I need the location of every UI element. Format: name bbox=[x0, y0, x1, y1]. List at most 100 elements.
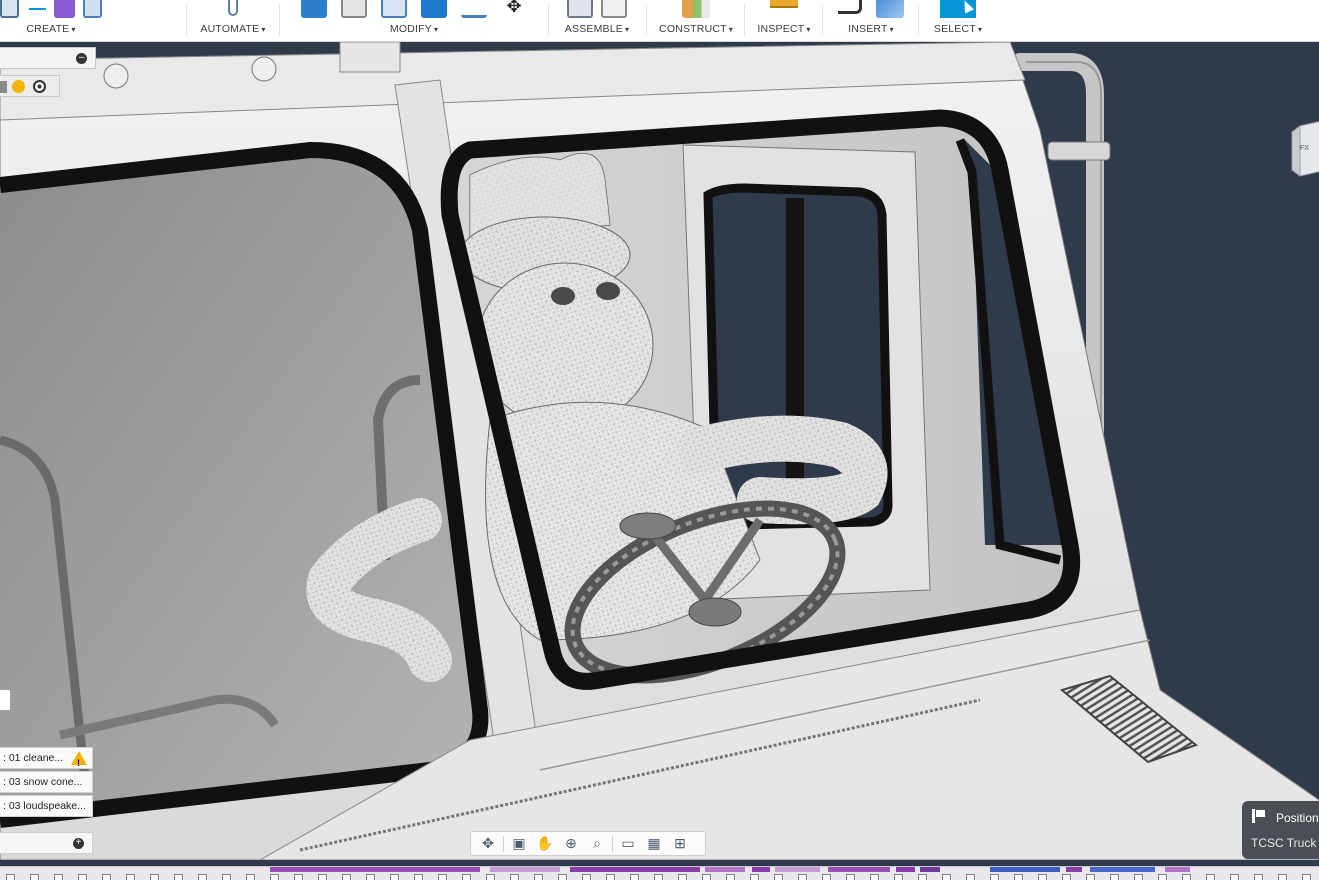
timeline-feature-group[interactable] bbox=[570, 867, 700, 872]
sketch-icon[interactable] bbox=[0, 0, 20, 18]
grid-settings-icon[interactable]: ▦ bbox=[643, 835, 665, 853]
toolbar-group-construct[interactable]: CONSTRUCT ▾ bbox=[650, 0, 742, 42]
timeline-feature-icon[interactable] bbox=[630, 874, 639, 880]
timeline-feature-icon[interactable] bbox=[654, 874, 663, 880]
timeline-feature-icon[interactable] bbox=[1302, 874, 1311, 880]
timeline-feature-icon[interactable] bbox=[414, 874, 423, 880]
timeline-feature-group[interactable] bbox=[1090, 867, 1155, 872]
timeline-feature-group[interactable] bbox=[705, 867, 745, 872]
pan-icon[interactable]: ✋ bbox=[534, 835, 556, 853]
automate-icon[interactable] bbox=[228, 0, 238, 16]
timeline-feature-group[interactable] bbox=[920, 867, 940, 872]
insert-derive-icon[interactable] bbox=[838, 0, 862, 14]
chamfer-icon[interactable] bbox=[381, 0, 407, 18]
toolbar-label-insert[interactable]: INSERT ▾ bbox=[826, 23, 916, 35]
timeline-feature-icon[interactable] bbox=[894, 874, 903, 880]
toolbar-label-inspect[interactable]: INSPECT ▾ bbox=[748, 23, 820, 35]
fillet-icon[interactable] bbox=[341, 0, 367, 18]
3d-viewport-canvas[interactable]: FX Z bbox=[0, 42, 1319, 860]
timeline-feature-icon[interactable] bbox=[1206, 874, 1215, 880]
timeline-feature-icon[interactable] bbox=[918, 874, 927, 880]
timeline-feature-icon[interactable] bbox=[1062, 874, 1071, 880]
timeline-feature-icon[interactable] bbox=[1014, 874, 1023, 880]
browser-component-row[interactable]: : 03 loudspeake... bbox=[0, 795, 93, 817]
timeline-feature-group[interactable] bbox=[490, 867, 560, 872]
toolbar-label-automate[interactable]: AUTOMATE ▾ bbox=[190, 23, 276, 35]
timeline-feature-icon[interactable] bbox=[174, 874, 183, 880]
timeline-feature-icon[interactable] bbox=[774, 874, 783, 880]
toolbar-group-insert[interactable]: INSERT ▾ bbox=[826, 0, 916, 42]
draft-icon[interactable] bbox=[461, 0, 487, 18]
timeline-feature-icon[interactable] bbox=[126, 874, 135, 880]
timeline-feature-icon[interactable] bbox=[1278, 874, 1287, 880]
timeline-feature-icon[interactable] bbox=[1182, 874, 1191, 880]
timeline-feature-icon[interactable] bbox=[1134, 874, 1143, 880]
timeline-feature-icon[interactable] bbox=[1038, 874, 1047, 880]
timeline-feature-icon[interactable] bbox=[102, 874, 111, 880]
measure-icon[interactable] bbox=[770, 0, 798, 8]
press-pull-icon[interactable] bbox=[301, 0, 327, 18]
collapse-browser-icon[interactable]: – bbox=[76, 53, 87, 64]
timeline-feature-icon[interactable] bbox=[318, 874, 327, 880]
toolbar-label-create[interactable]: CREATE ▾ bbox=[0, 23, 102, 35]
timeline-feature-icon[interactable] bbox=[78, 874, 87, 880]
joint-icon[interactable] bbox=[601, 0, 627, 18]
component-icon[interactable] bbox=[0, 81, 7, 93]
timeline-feature-icon[interactable] bbox=[270, 874, 279, 880]
insert-canvas-icon[interactable] bbox=[876, 0, 904, 18]
look-at-icon[interactable]: ▣ bbox=[508, 835, 530, 853]
timeline-feature-group[interactable] bbox=[752, 867, 770, 872]
browser-component-row[interactable]: : 01 cleane... ! bbox=[0, 747, 93, 769]
timeline-feature-icon[interactable] bbox=[678, 874, 687, 880]
timeline-feature-group[interactable] bbox=[1066, 867, 1082, 872]
timeline-feature-icon[interactable] bbox=[534, 874, 543, 880]
timeline-feature-icon[interactable] bbox=[366, 874, 375, 880]
comments-panel-bar[interactable]: + bbox=[0, 832, 93, 854]
timeline-feature-icon[interactable] bbox=[438, 874, 447, 880]
timeline-feature-icon[interactable] bbox=[798, 874, 807, 880]
timeline-feature-icon[interactable] bbox=[822, 874, 831, 880]
timeline-feature-icon[interactable] bbox=[342, 874, 351, 880]
timeline-feature-icon[interactable] bbox=[54, 874, 63, 880]
shell-icon[interactable] bbox=[421, 0, 447, 18]
warning-icon[interactable]: ! bbox=[71, 751, 87, 768]
create-sketch-line-icon[interactable] bbox=[27, 0, 47, 18]
timeline-feature-icon[interactable] bbox=[1110, 874, 1119, 880]
timeline-feature-group[interactable] bbox=[828, 867, 890, 872]
orbit-icon[interactable]: ✥ bbox=[477, 835, 499, 853]
browser-component-row[interactable]: : 03 snow cone... bbox=[0, 771, 93, 793]
timeline-feature-icon[interactable] bbox=[1254, 874, 1263, 880]
toolbar-label-assemble[interactable]: ASSEMBLE ▾ bbox=[552, 23, 642, 35]
timeline-feature-group[interactable] bbox=[270, 867, 480, 872]
timeline-feature-icon[interactable] bbox=[606, 874, 615, 880]
timeline-feature-icon[interactable] bbox=[942, 874, 951, 880]
radio-target-icon[interactable] bbox=[33, 80, 46, 93]
form-icon[interactable] bbox=[54, 0, 75, 18]
add-comment-icon[interactable]: + bbox=[73, 838, 84, 849]
toolbar-group-automate[interactable]: AUTOMATE ▾ bbox=[190, 0, 276, 42]
timeline-feature-icon[interactable] bbox=[870, 874, 879, 880]
toolbar-group-assemble[interactable]: ASSEMBLE ▾ bbox=[552, 0, 642, 42]
design-timeline[interactable] bbox=[0, 866, 1319, 880]
browser-panel-header[interactable]: – bbox=[0, 47, 96, 69]
timeline-feature-icon[interactable] bbox=[1086, 874, 1095, 880]
timeline-feature-icon[interactable] bbox=[750, 874, 759, 880]
timeline-feature-group[interactable] bbox=[896, 867, 915, 872]
timeline-feature-icon[interactable] bbox=[390, 874, 399, 880]
timeline-feature-icon[interactable] bbox=[510, 874, 519, 880]
select-cursor-icon[interactable] bbox=[940, 0, 976, 18]
toolbar-label-modify[interactable]: MODIFY ▾ bbox=[283, 23, 545, 35]
toolbar-group-inspect[interactable]: INSPECT ▾ bbox=[748, 0, 820, 42]
toolbar-group-modify[interactable]: ✥ MODIFY ▾ bbox=[283, 0, 545, 42]
timeline-feature-icon[interactable] bbox=[294, 874, 303, 880]
timeline-feature-icon[interactable] bbox=[846, 874, 855, 880]
viewports-icon[interactable]: ⊞ bbox=[669, 835, 691, 853]
timeline-feature-icon[interactable] bbox=[6, 874, 15, 880]
toolbar-group-select[interactable]: SELECT ▾ bbox=[922, 0, 994, 42]
display-settings-icon[interactable]: ▭ bbox=[617, 835, 639, 853]
toolbar-label-construct[interactable]: CONSTRUCT ▾ bbox=[650, 23, 742, 35]
timeline-feature-icon[interactable] bbox=[990, 874, 999, 880]
timeline-feature-icon[interactable] bbox=[222, 874, 231, 880]
timeline-feature-group[interactable] bbox=[990, 867, 1060, 872]
timeline-feature-icon[interactable] bbox=[150, 874, 159, 880]
